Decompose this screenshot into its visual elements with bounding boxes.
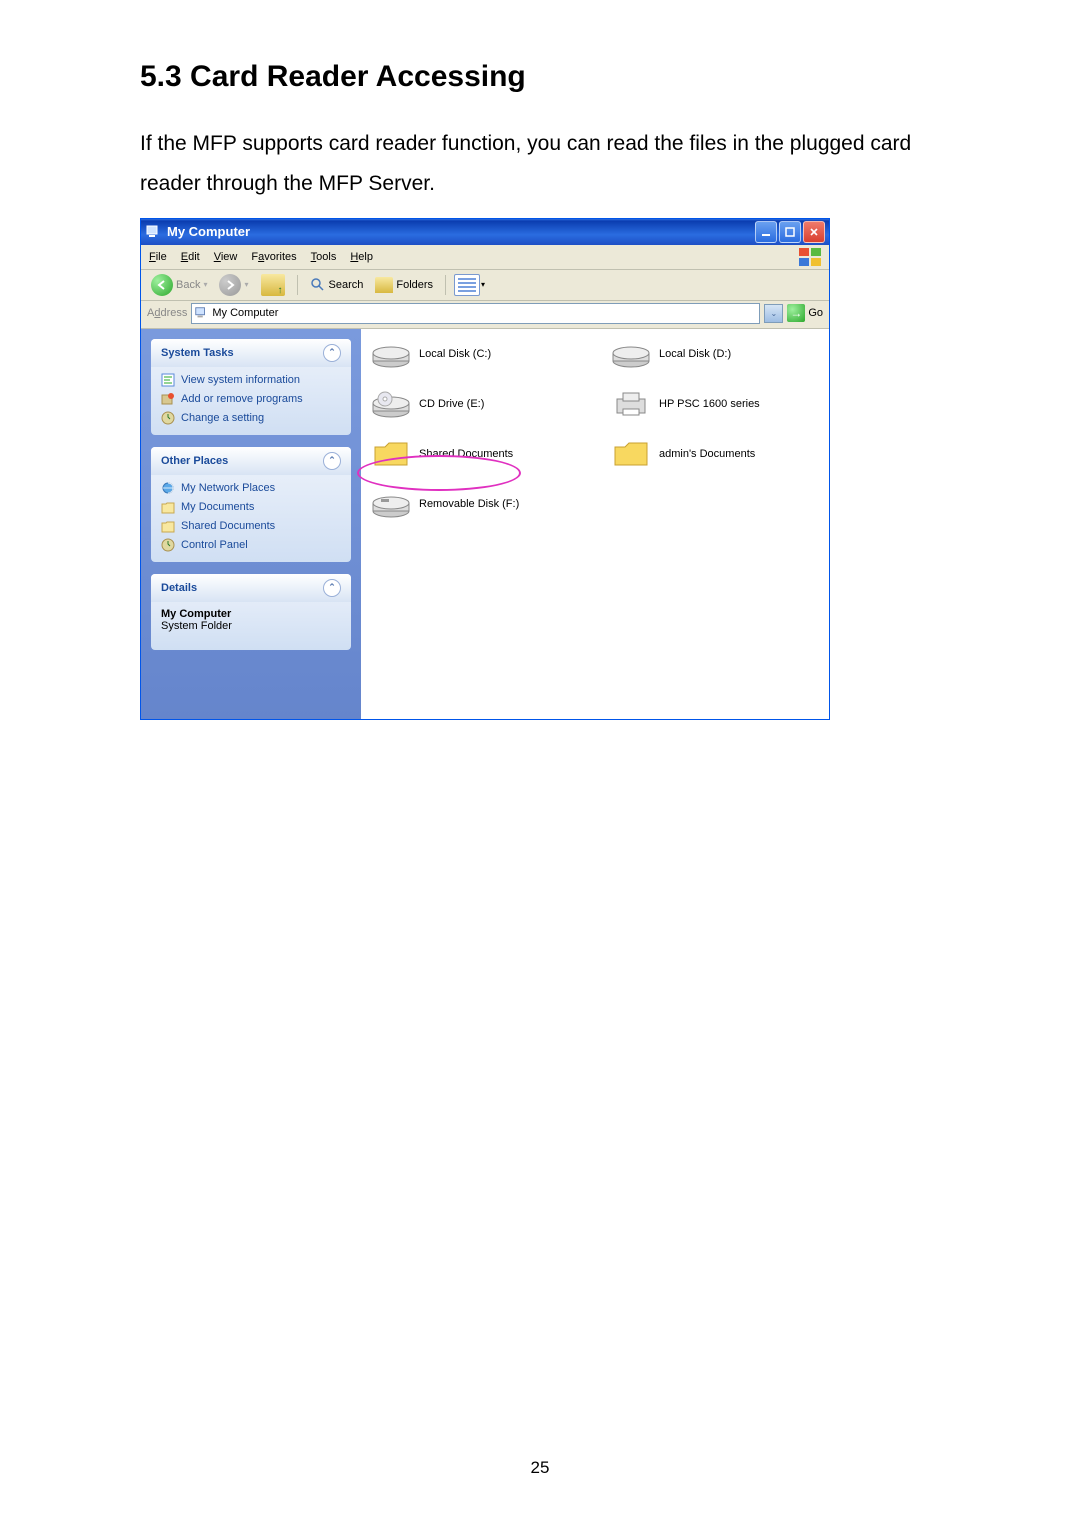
menu-bar: File Edit View Favorites Tools Help [141, 245, 829, 270]
my-computer-small-icon [194, 306, 208, 320]
folders-button[interactable]: Folders [371, 275, 437, 295]
address-field[interactable]: My Computer [191, 303, 760, 324]
views-icon [454, 274, 480, 296]
add-remove-icon [161, 392, 175, 406]
window-titlebar: My Computer [141, 219, 829, 245]
menu-favorites[interactable]: Favorites [251, 251, 296, 263]
collapse-icon[interactable]: ⌃ [323, 452, 341, 470]
folder-icon [611, 439, 651, 469]
tasks-sidebar: System Tasks ⌃ View system information [141, 329, 361, 719]
menu-edit[interactable]: Edit [181, 251, 200, 263]
folders-icon [375, 277, 393, 293]
address-dropdown[interactable]: ⌄ [764, 304, 783, 323]
back-button[interactable]: Back ▾ [147, 272, 211, 298]
close-button[interactable] [803, 221, 825, 243]
collapse-icon[interactable]: ⌃ [323, 579, 341, 597]
removable-disk-icon [371, 489, 411, 519]
system-tasks-title: System Tasks [161, 347, 234, 359]
address-label: Address [147, 307, 187, 319]
network-icon [161, 481, 175, 495]
drive-e[interactable]: CD Drive (E:) [371, 389, 561, 419]
toolbar: Back ▾ ▾ Search Folders [141, 270, 829, 301]
details-panel: Details ⌃ My Computer System Folder [151, 574, 351, 650]
hp-printer[interactable]: HP PSC 1600 series [611, 389, 801, 419]
shared-documents-folder[interactable]: Shared Documents [371, 439, 561, 469]
add-remove-programs-link[interactable]: Add or remove programs [161, 392, 341, 406]
folder-icon [371, 439, 411, 469]
drive-c[interactable]: Local Disk (C:) [371, 339, 561, 369]
collapse-icon[interactable]: ⌃ [323, 344, 341, 362]
hard-disk-icon [371, 339, 411, 369]
my-documents-icon [161, 500, 175, 514]
search-button[interactable]: Search [306, 275, 368, 295]
other-places-panel: Other Places ⌃ My Network Places [151, 447, 351, 562]
menu-file[interactable]: File [149, 251, 167, 263]
my-documents-link[interactable]: My Documents [161, 500, 341, 514]
view-system-info-link[interactable]: View system information [161, 373, 341, 387]
my-computer-icon [145, 224, 161, 240]
system-tasks-panel: System Tasks ⌃ View system information [151, 339, 351, 435]
up-button[interactable] [257, 272, 289, 298]
menu-view[interactable]: View [214, 251, 238, 263]
printer-icon [611, 389, 651, 419]
shared-documents-link[interactable]: Shared Documents [161, 519, 341, 533]
section-body: If the MFP supports card reader function… [140, 124, 940, 204]
main-view: Local Disk (C:) Local Disk (D:) [361, 329, 829, 719]
change-setting-link[interactable]: Change a setting [161, 411, 341, 425]
forward-arrow-icon [219, 274, 241, 296]
control-panel-link[interactable]: Control Panel [161, 538, 341, 552]
go-button[interactable]: → Go [787, 304, 823, 322]
back-arrow-icon [151, 274, 173, 296]
cd-drive-icon [371, 389, 411, 419]
other-places-title: Other Places [161, 455, 228, 467]
section-heading: 5.3 Card Reader Accessing [140, 60, 940, 94]
window-title: My Computer [167, 224, 250, 239]
forward-button[interactable]: ▾ [215, 272, 252, 298]
info-icon [161, 373, 175, 387]
go-arrow-icon: → [787, 304, 805, 322]
menu-tools[interactable]: Tools [311, 251, 337, 263]
minimize-button[interactable] [755, 221, 777, 243]
my-computer-window: My Computer File Edit View Favorites Too… [140, 218, 830, 720]
drive-f-removable[interactable]: Removable Disk (F:) [371, 489, 561, 519]
up-folder-icon [261, 274, 285, 296]
views-button[interactable]: ▾ [454, 274, 485, 296]
address-bar: Address My Computer ⌄ → Go [141, 301, 829, 329]
page-number: 25 [0, 1458, 1080, 1478]
menu-help[interactable]: Help [350, 251, 373, 263]
my-network-places-link[interactable]: My Network Places [161, 481, 341, 495]
maximize-button[interactable] [779, 221, 801, 243]
admins-documents-folder[interactable]: admin's Documents [611, 439, 801, 469]
shared-folder-icon [161, 519, 175, 533]
details-type: System Folder [161, 620, 341, 632]
control-panel-icon [161, 538, 175, 552]
details-title: Details [161, 582, 197, 594]
drive-d[interactable]: Local Disk (D:) [611, 339, 801, 369]
hard-disk-icon [611, 339, 651, 369]
windows-logo-icon [799, 248, 821, 266]
control-panel-icon [161, 411, 175, 425]
search-icon [310, 277, 326, 293]
details-name: My Computer [161, 608, 341, 620]
